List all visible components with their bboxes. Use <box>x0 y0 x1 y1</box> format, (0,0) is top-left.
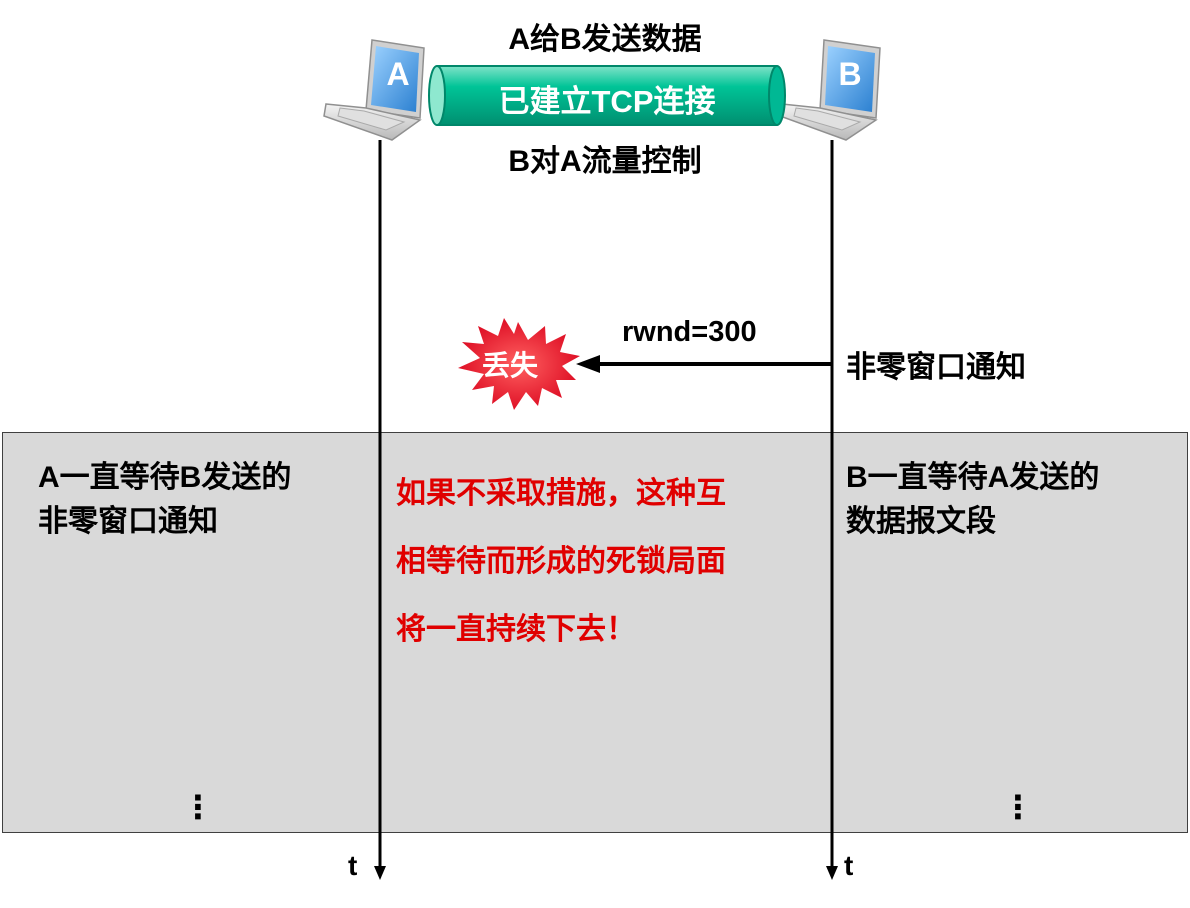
host-a-label: A <box>386 56 410 92</box>
deadlock-warning-text: 如果不采取措施，这种互 相等待而形成的死锁局面 将一直持续下去！ <box>396 460 726 664</box>
timeline-b-time-label: t <box>844 850 854 881</box>
deadlock-warning-line: 相等待而形成的死锁局面 <box>396 545 726 578</box>
right-ellipsis: ⋮ <box>1002 789 1034 825</box>
left-ellipsis: ⋮ <box>182 789 214 825</box>
tcp-connection-label: 已建立TCP连接 <box>498 84 716 119</box>
b-waiting-line: 数据报文段 <box>846 505 996 538</box>
deadlock-warning-line: 如果不采取措施，这种互 <box>396 477 726 510</box>
host-b-label: B <box>838 56 862 92</box>
send-direction-label: A给B发送数据 <box>508 23 702 56</box>
a-waiting-line: 非零窗口通知 <box>38 505 218 538</box>
b-waiting-line: B一直等待A发送的 <box>846 461 1100 494</box>
rwnd-label: rwnd=300 <box>622 316 757 348</box>
flow-control-label: B对A流量控制 <box>508 145 702 178</box>
timeline-b <box>826 140 838 880</box>
timeline-a-time-label: t <box>348 850 358 881</box>
a-waiting-text: A一直等待B发送的 非零窗口通知 <box>38 456 291 544</box>
lost-label: 丢失 <box>482 350 539 381</box>
b-waiting-text: B一直等待A发送的 数据报文段 <box>846 456 1099 544</box>
timeline-a <box>374 140 386 880</box>
a-waiting-line: A一直等待B发送的 <box>38 461 292 494</box>
deadlock-warning-line: 将一直持续下去！ <box>396 613 636 646</box>
nonzero-window-notice-label: 非零窗口通知 <box>846 351 1026 384</box>
rwnd-message-arrow <box>576 355 832 373</box>
